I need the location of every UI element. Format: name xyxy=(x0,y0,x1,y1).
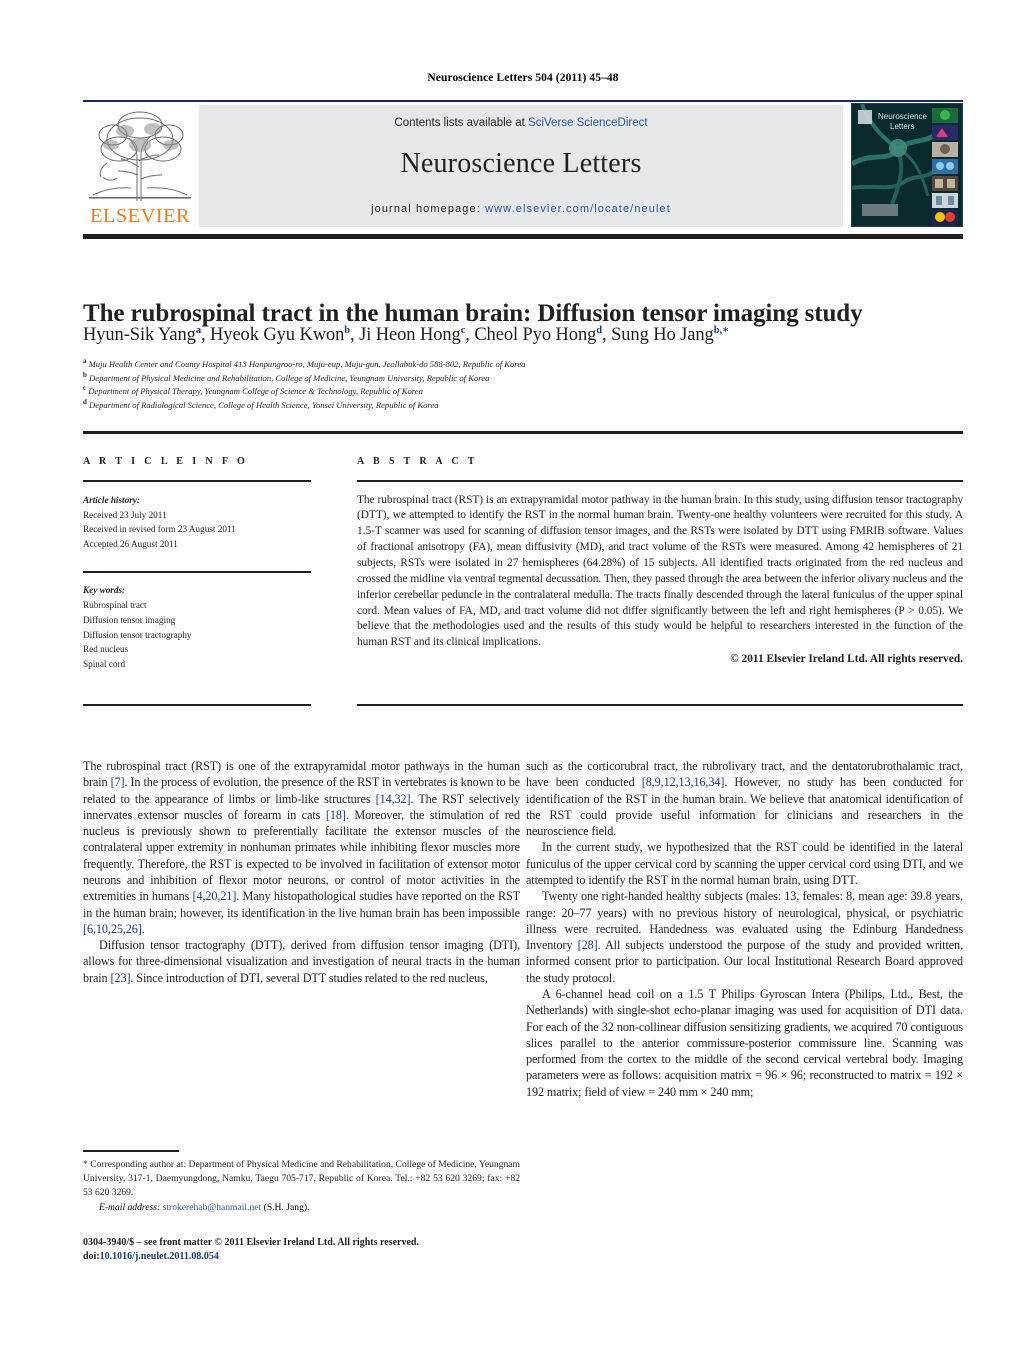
affiliation-list: a Muju Health Center and County Hospital… xyxy=(83,358,973,412)
homepage-prefix: journal homepage: xyxy=(371,203,486,215)
body-paragraph: such as the corticorubral tract, the rub… xyxy=(526,759,963,839)
abstract-copyright: © 2011 Elsevier Ireland Ltd. All rights … xyxy=(730,653,963,666)
body-paragraph: Twenty one right-handed healthy subjects… xyxy=(526,889,963,985)
citation-reference[interactable]: [14,32] xyxy=(376,792,411,806)
history-item: Received 23 July 2011 xyxy=(83,509,167,520)
running-head: Neuroscience Letters 504 (2011) 45–48 xyxy=(427,72,619,84)
article-info-column: A R T I C L E I N F O Article history: R… xyxy=(83,456,311,672)
abstract-section-top-rule xyxy=(83,431,963,434)
keyword-item: Red nucleus xyxy=(83,644,129,655)
author-name: Hyun-Sik Yang xyxy=(83,325,196,345)
history-item: Accepted 26 August 2011 xyxy=(83,539,178,550)
article-info-heading: A R T I C L E I N F O xyxy=(83,456,249,467)
affiliation-marker: c xyxy=(83,384,87,393)
masthead-top-rule xyxy=(83,100,963,102)
author-name: Sung Ho Jang xyxy=(611,325,714,345)
keywords-rule xyxy=(83,571,311,573)
citation-reference[interactable]: [6,10,25,26] xyxy=(83,922,142,936)
affiliation-item: a Muju Health Center and County Hospital… xyxy=(83,357,526,369)
abstract-heading: A B S T R A C T xyxy=(357,456,478,467)
journal-header-box: Contents lists available at SciVerse Sci… xyxy=(199,105,843,227)
elsevier-tree-icon xyxy=(89,111,191,201)
doi-label: doi: xyxy=(83,1251,100,1263)
issn-line: 0304-3940/$ – see front matter © 2011 El… xyxy=(83,1237,419,1248)
author-list: Hyun-Sik Yanga, Hyeok Gyu Kwonb, Ji Heon… xyxy=(83,324,730,345)
footnote-rule xyxy=(83,1150,179,1152)
journal-cover-thumbnail: Neuroscience Letters xyxy=(851,103,963,227)
author-name: Hyeok Gyu Kwon xyxy=(210,325,345,345)
body-paragraph: In the current study, we hypothesized th… xyxy=(526,840,963,887)
author-affiliation-marker: a xyxy=(195,324,201,336)
keyword-item: Diffusion tensor imaging xyxy=(83,614,176,625)
keyword-item: Diffusion tensor tractography xyxy=(83,629,192,640)
author-name: Ji Heon Hong xyxy=(359,325,461,345)
body-right-top-rule xyxy=(357,704,963,706)
citation-reference[interactable]: [28] xyxy=(578,938,598,952)
body-column-left: The rubrospinal tract (RST) is one of th… xyxy=(83,758,520,986)
cover-artwork-icon: Neuroscience Letters xyxy=(852,104,962,226)
masthead-bottom-rule xyxy=(83,234,963,239)
citation-reference[interactable]: [4,20,21] xyxy=(193,889,237,903)
email-label: E-mail address: xyxy=(99,1201,161,1213)
affiliation-marker: a xyxy=(83,357,87,366)
body-column-right: such as the corticorubral tract, the rub… xyxy=(526,758,963,1100)
body-left-top-rule xyxy=(83,704,311,706)
abstract-text: The rubrospinal tract (RST) is an extrap… xyxy=(357,493,963,649)
citation-reference[interactable]: [23] xyxy=(111,971,131,985)
citation-reference[interactable]: [8,9,12,13,16,34] xyxy=(642,775,725,789)
keywords-block: Key words: Rubrospinal tract Diffusion t… xyxy=(83,583,311,672)
affiliation-item: c Department of Physical Therapy, Yeungn… xyxy=(83,384,423,397)
journal-masthead: ELSEVIER Contents lists available at Sci… xyxy=(83,100,963,230)
abstract-rule xyxy=(357,480,963,482)
contents-available-line: Contents lists available at SciVerse Sci… xyxy=(199,117,843,129)
sciencedirect-link[interactable]: SciVerse ScienceDirect xyxy=(528,117,648,129)
affiliation-item: d Department of Radiological Science, Co… xyxy=(83,397,439,410)
svg-text:Neuroscience: Neuroscience xyxy=(878,112,927,121)
email-link[interactable]: strokerehab@hanmail.net xyxy=(163,1202,262,1213)
contents-prefix: Contents lists available at xyxy=(394,117,529,129)
citation-reference[interactable]: [18] xyxy=(326,808,346,822)
doi-link[interactable]: 10.1016/j.neulet.2011.08.054 xyxy=(100,1251,219,1262)
journal-homepage-line: journal homepage: www.elsevier.com/locat… xyxy=(199,203,843,215)
email-owner: (S.H. Jang). xyxy=(263,1201,310,1213)
abstract-column: A B S T R A C T The rubrospinal tract (R… xyxy=(357,456,963,665)
article-history-block: Article history: Received 23 July 2011 R… xyxy=(83,493,311,553)
body-paragraph: A 6-channel head coil on a 1.5 T Philips… xyxy=(526,986,963,1099)
doi-line: doi:10.1016/j.neulet.2011.08.054 xyxy=(83,1250,523,1264)
author-name: Cheol Pyo Hong xyxy=(474,325,597,345)
email-note: E-mail address: strokerehab@hanmail.net … xyxy=(83,1201,520,1215)
author-affiliation-marker: d xyxy=(596,324,603,336)
keywords-label: Key words: xyxy=(83,584,126,595)
author-affiliation-marker: c xyxy=(460,324,466,336)
affiliation-marker: d xyxy=(83,397,87,406)
svg-text:Letters: Letters xyxy=(890,122,914,131)
homepage-url-link[interactable]: www.elsevier.com/locate/neulet xyxy=(485,203,671,215)
footnote-block: * Corresponding author at: Department of… xyxy=(83,1150,520,1215)
citation-reference[interactable]: [7] xyxy=(111,775,125,789)
body-paragraph: Diffusion tensor tractography (DTT), der… xyxy=(83,938,520,985)
journal-article-page: Neuroscience Letters 504 (2011) 45–48 EL… xyxy=(0,0,1021,1351)
keyword-item: Spinal cord xyxy=(83,659,126,670)
affiliation-marker: b xyxy=(83,370,87,379)
issn-doi-block: 0304-3940/$ – see front matter © 2011 El… xyxy=(83,1236,523,1264)
author-affiliation-marker: b,∗ xyxy=(713,324,730,336)
elsevier-logo: ELSEVIER xyxy=(85,105,195,227)
article-info-rule xyxy=(83,480,311,482)
body-paragraph: The rubrospinal tract (RST) is one of th… xyxy=(83,759,521,936)
affiliation-item: b Department of Physical Medicine and Re… xyxy=(83,370,490,383)
history-item: Received in revised form 23 August 2011 xyxy=(83,524,236,535)
article-history-label: Article history: xyxy=(83,494,140,505)
author-affiliation-marker: b xyxy=(344,324,351,336)
elsevier-wordmark: ELSEVIER xyxy=(90,204,190,227)
corresponding-author-note: * Corresponding author at: Department of… xyxy=(83,1158,520,1198)
keyword-item: Rubrospinal tract xyxy=(83,599,147,610)
journal-title: Neuroscience Letters xyxy=(400,148,642,179)
